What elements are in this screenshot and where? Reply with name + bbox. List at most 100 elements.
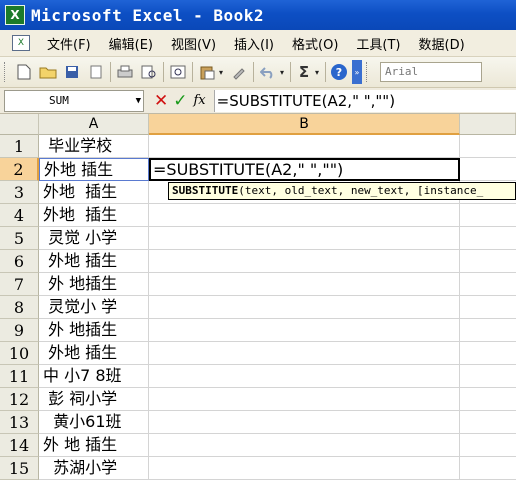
menu-edit[interactable]: 编辑(E) bbox=[100, 34, 162, 53]
cell-c[interactable] bbox=[460, 388, 516, 411]
cell-a[interactable]: 外地 插生 bbox=[39, 342, 149, 365]
enter-icon[interactable]: ✓ bbox=[173, 91, 187, 111]
cell-c[interactable] bbox=[460, 457, 516, 480]
cell-b[interactable] bbox=[149, 411, 460, 434]
select-all-corner[interactable] bbox=[0, 114, 39, 135]
insert-function-icon[interactable]: fx bbox=[194, 93, 206, 108]
cell-a[interactable]: 外 地插生 bbox=[39, 273, 149, 296]
cell-a[interactable]: 外 地 插生 bbox=[39, 434, 149, 457]
row-header[interactable]: 11 bbox=[0, 365, 39, 388]
chevron-down-icon[interactable]: ▼ bbox=[136, 96, 141, 106]
row-header[interactable]: 6 bbox=[0, 250, 39, 273]
print-preview-icon[interactable] bbox=[140, 63, 158, 81]
row-header[interactable]: 3 bbox=[0, 181, 39, 204]
save-icon[interactable] bbox=[63, 63, 81, 81]
cell-c[interactable] bbox=[460, 342, 516, 365]
paste-dropdown-icon[interactable]: ▾ bbox=[219, 68, 227, 77]
menu-format[interactable]: 格式(O) bbox=[283, 34, 347, 53]
formula-input[interactable]: =SUBSTITUTE(A2," ","") bbox=[213, 89, 516, 112]
cell-b[interactable] bbox=[149, 342, 460, 365]
cell-b[interactable] bbox=[149, 388, 460, 411]
tooltip-function-name[interactable]: SUBSTITUTE bbox=[172, 184, 238, 197]
row-header[interactable]: 8 bbox=[0, 296, 39, 319]
cell-a[interactable]: 黄小61班 bbox=[39, 411, 149, 434]
font-name-box[interactable]: Arial bbox=[380, 62, 482, 82]
toolbar-grip[interactable] bbox=[366, 62, 370, 82]
row-header[interactable]: 9 bbox=[0, 319, 39, 342]
menu-tools[interactable]: 工具(T) bbox=[347, 34, 409, 53]
document-icon[interactable]: X bbox=[12, 35, 30, 51]
cell-a[interactable]: 外 地插生 bbox=[39, 319, 149, 342]
cell-b[interactable] bbox=[149, 319, 460, 342]
row-header[interactable]: 10 bbox=[0, 342, 39, 365]
cell-a[interactable]: 灵觉 小学 bbox=[39, 227, 149, 250]
cancel-icon[interactable]: ✕ bbox=[154, 91, 168, 111]
permission-icon[interactable] bbox=[87, 63, 105, 81]
cell-b[interactable] bbox=[149, 365, 460, 388]
menu-view[interactable]: 视图(V) bbox=[162, 34, 225, 53]
cell-c[interactable] bbox=[460, 319, 516, 342]
toolbar-grip[interactable] bbox=[4, 62, 8, 82]
research-icon[interactable] bbox=[169, 63, 187, 81]
row-header[interactable]: 13 bbox=[0, 411, 39, 434]
undo-dropdown-icon[interactable]: ▾ bbox=[280, 68, 288, 77]
cell-b[interactable] bbox=[149, 434, 460, 457]
cell-c[interactable] bbox=[460, 204, 516, 227]
row-header[interactable]: 12 bbox=[0, 388, 39, 411]
cell-c[interactable] bbox=[460, 250, 516, 273]
cell-b[interactable] bbox=[149, 204, 460, 227]
cell-b[interactable] bbox=[149, 296, 460, 319]
menu-insert[interactable]: 插入(I) bbox=[225, 34, 283, 53]
row-header[interactable]: 1 bbox=[0, 135, 39, 158]
cell-c[interactable] bbox=[460, 434, 516, 457]
cell-a[interactable]: 苏湖小学 bbox=[39, 457, 149, 480]
row-header[interactable]: 15 bbox=[0, 457, 39, 480]
toolbar-separator bbox=[253, 62, 254, 82]
cell-b[interactable] bbox=[149, 135, 460, 158]
column-header-c[interactable] bbox=[460, 114, 516, 135]
format-painter-icon[interactable] bbox=[230, 63, 248, 81]
help-icon[interactable]: ? bbox=[331, 64, 347, 80]
column-header-a[interactable]: A bbox=[39, 114, 149, 135]
cell-c[interactable] bbox=[460, 135, 516, 158]
excel-icon[interactable]: X bbox=[5, 5, 25, 25]
cell-a[interactable]: 中 小7 8班 bbox=[39, 365, 149, 388]
cell-a[interactable]: 毕业学校 bbox=[39, 135, 149, 158]
row-header[interactable]: 14 bbox=[0, 434, 39, 457]
cell-a[interactable]: 外地 插生 bbox=[39, 204, 149, 227]
cell-c[interactable] bbox=[460, 296, 516, 319]
menu-file[interactable]: 文件(F) bbox=[38, 34, 100, 53]
row-header[interactable]: 4 bbox=[0, 204, 39, 227]
cell-b[interactable] bbox=[149, 227, 460, 250]
toolbar-separator bbox=[110, 62, 111, 82]
menu-grip[interactable] bbox=[2, 33, 12, 53]
name-box[interactable]: SUM ▼ bbox=[4, 89, 144, 112]
cell-a[interactable]: 灵觉小 学 bbox=[39, 296, 149, 319]
autosum-icon[interactable]: Σ bbox=[296, 63, 312, 81]
paste-icon[interactable] bbox=[198, 63, 216, 81]
cell-a[interactable]: 外地 插生 bbox=[39, 181, 149, 204]
cell-a[interactable]: 外地 插生 bbox=[39, 158, 149, 181]
cell-c[interactable] bbox=[460, 365, 516, 388]
row-header[interactable]: 5 bbox=[0, 227, 39, 250]
cell-a[interactable]: 彭 祠小学 bbox=[39, 388, 149, 411]
row-header[interactable]: 2 bbox=[0, 158, 39, 181]
cell-b[interactable] bbox=[149, 250, 460, 273]
cell-c[interactable] bbox=[460, 227, 516, 250]
cell-c[interactable] bbox=[460, 158, 516, 181]
cell-a[interactable]: 外地 插生 bbox=[39, 250, 149, 273]
toolbar-options-icon[interactable]: » bbox=[352, 60, 362, 84]
autosum-dropdown-icon[interactable]: ▾ bbox=[315, 68, 323, 77]
cell-b2-editing[interactable]: =SUBSTITUTE(A2," ","") bbox=[149, 158, 460, 181]
new-document-icon[interactable] bbox=[15, 63, 33, 81]
print-icon[interactable] bbox=[116, 63, 134, 81]
cell-b[interactable] bbox=[149, 457, 460, 480]
undo-icon[interactable] bbox=[259, 63, 277, 81]
row-header[interactable]: 7 bbox=[0, 273, 39, 296]
column-header-b[interactable]: B bbox=[149, 114, 460, 135]
cell-c[interactable] bbox=[460, 411, 516, 434]
menu-data[interactable]: 数据(D) bbox=[410, 34, 474, 53]
cell-c[interactable] bbox=[460, 273, 516, 296]
open-folder-icon[interactable] bbox=[39, 63, 57, 81]
cell-b[interactable] bbox=[149, 273, 460, 296]
